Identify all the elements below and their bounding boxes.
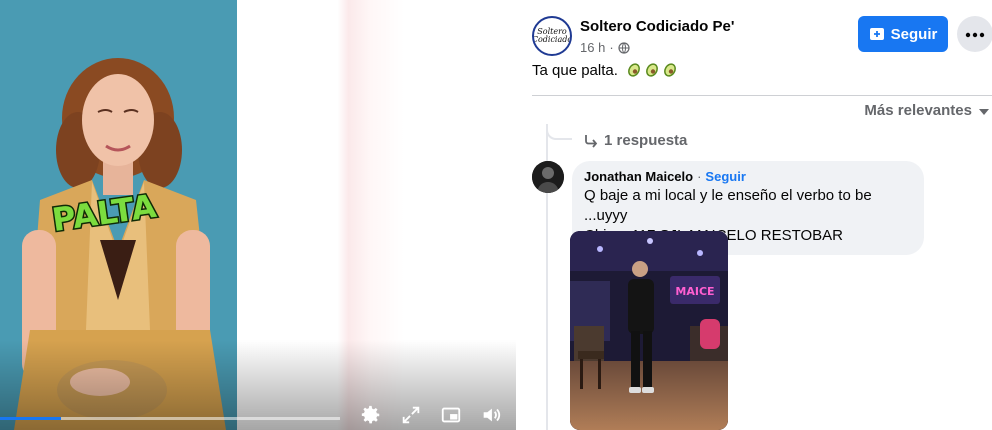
volume-icon[interactable]: [480, 404, 502, 426]
post-divider: [532, 95, 992, 96]
video-player[interactable]: PALTA: [0, 0, 516, 430]
more-options-button[interactable]: [957, 16, 992, 52]
post-caption-text: Ta que palta.: [532, 62, 618, 79]
pip-icon[interactable]: [440, 404, 462, 426]
post-meta: 16 h ·: [580, 40, 630, 55]
comment-attached-photo[interactable]: MAICE: [570, 231, 728, 430]
comment-author-line: Jonathan Maicelo · Seguir: [584, 169, 912, 184]
comment-author-link[interactable]: Jonathan Maicelo: [584, 169, 693, 184]
reply-connector: [546, 124, 572, 140]
more-dots-icon: [965, 25, 985, 43]
post-caption: Ta que palta.: [532, 62, 680, 82]
video-progress-bar[interactable]: [0, 417, 340, 420]
video-progress-fill: [0, 417, 62, 420]
settings-icon[interactable]: [360, 404, 382, 426]
fullscreen-icon[interactable]: [400, 404, 422, 426]
caret-down-icon: [978, 105, 990, 117]
meta-separator: ·: [609, 40, 614, 55]
add-follow-icon: [869, 26, 885, 42]
follow-page-button[interactable]: Seguir: [858, 16, 948, 52]
follow-button-label: Seguir: [890, 25, 938, 43]
svg-text:MAICE: MAICE: [675, 285, 714, 298]
page-name-link[interactable]: Soltero Codiciado Pe': [580, 18, 734, 35]
comment-separator: ·: [697, 169, 702, 184]
post-time[interactable]: 16 h: [580, 40, 605, 55]
commenter-avatar[interactable]: [532, 161, 564, 193]
page-logo-text: Soltero Codiciado: [532, 27, 572, 44]
comment-text-line-1: Q baje a mi local y le enseño el verbo t…: [584, 187, 872, 224]
sort-label: Más relevantes: [864, 102, 972, 119]
post-panel: Soltero Codiciado Soltero Codiciado Pe' …: [516, 0, 992, 430]
page-avatar[interactable]: Soltero Codiciado: [532, 16, 572, 56]
view-replies-link[interactable]: 1 respuesta: [584, 132, 687, 149]
comment-sort-dropdown[interactable]: Más relevantes: [864, 102, 990, 119]
avocado-emoji-icons: [626, 62, 680, 82]
reply-arrow-icon: [584, 134, 598, 148]
comment-follow-link[interactable]: Seguir: [705, 169, 745, 184]
player-controls: [360, 404, 502, 426]
replies-count-label: 1 respuesta: [604, 132, 688, 149]
globe-icon: [618, 41, 630, 54]
